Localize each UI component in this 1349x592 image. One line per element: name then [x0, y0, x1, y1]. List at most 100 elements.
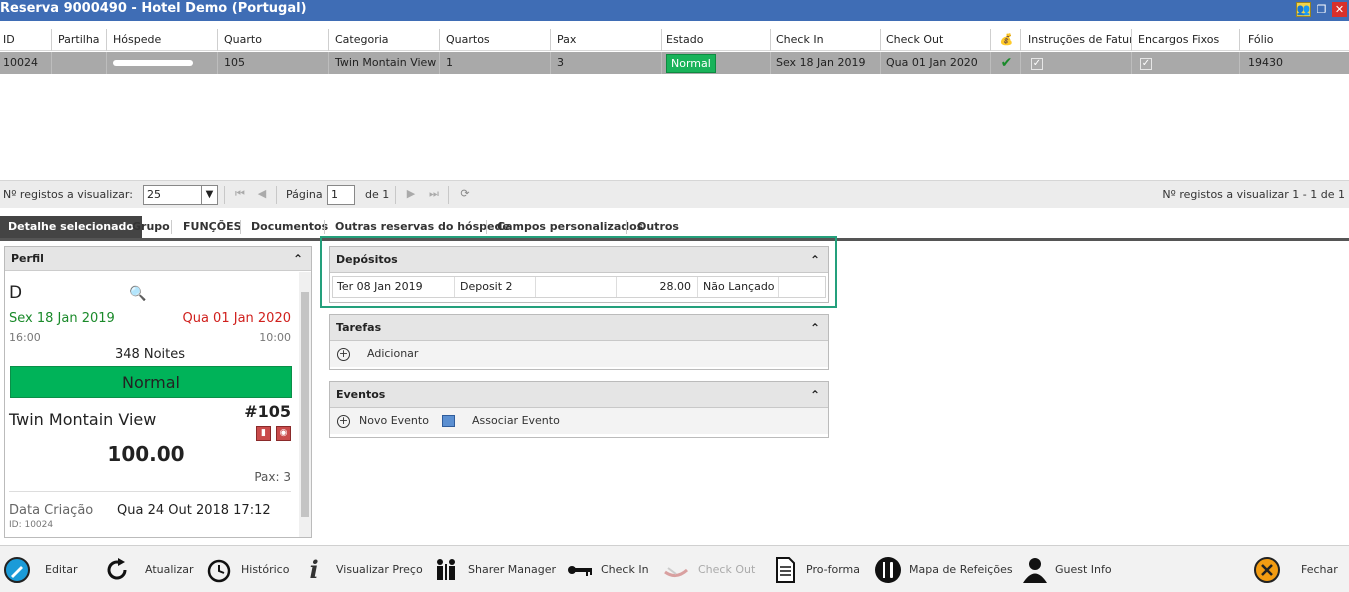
tab-documentos[interactable]: Documentos — [243, 216, 336, 238]
collapse-icon[interactable]: ⌃ — [810, 382, 820, 408]
proforma-label: Pro-forma — [806, 563, 861, 576]
eventos-panel: Eventos ⌃ + Novo Evento Associar Evento — [329, 381, 829, 438]
checkout-icon — [662, 556, 690, 584]
col-folio[interactable]: Fólio — [1245, 29, 1349, 51]
guest-info-button[interactable]: Guest Info — [1021, 546, 1112, 592]
profile-scrollbar[interactable] — [299, 272, 311, 537]
page-input[interactable]: 1 — [327, 185, 355, 205]
room-price: 100.00 — [107, 442, 185, 466]
cutlery-icon — [874, 556, 902, 584]
search-icon[interactable]: 🔍 — [129, 286, 146, 302]
meal-plan-button[interactable]: Mapa de Refeições — [874, 546, 1013, 592]
tab-outros[interactable]: Outros — [629, 216, 687, 238]
tab-detalhe[interactable]: Detalhe selecionado — [0, 216, 142, 238]
records-per-page-select[interactable]: 25 ▼ — [143, 185, 218, 205]
check-out-time: 10:00 — [259, 331, 291, 344]
refresh-icon[interactable]: ⟳ — [458, 186, 472, 202]
cell-check-in: Sex 18 Jan 2019 — [773, 52, 881, 74]
tab-grupo[interactable]: Grupo — [124, 216, 178, 238]
divider — [395, 186, 396, 204]
associate-event-label[interactable]: Associar Evento — [472, 408, 560, 434]
grid-header: ID Partilha Hóspede Quarto Categoria Qua… — [0, 29, 1349, 51]
view-price-label: Visualizar Preço — [336, 563, 423, 576]
guest-info-label: Guest Info — [1055, 563, 1112, 576]
edit-label: Editar — [45, 563, 78, 576]
proforma-button[interactable]: Pro-forma — [771, 546, 860, 592]
col-quarto[interactable]: Quarto — [221, 29, 329, 51]
close-button[interactable]: Fechar — [1253, 546, 1338, 592]
cell-encargos: ✓ — [1135, 52, 1240, 74]
view-price-button[interactable]: i Visualizar Preço — [300, 546, 423, 592]
cell-folio: 19430 — [1248, 56, 1283, 69]
restore-icon[interactable]: ❐ — [1314, 2, 1329, 17]
reservation-id: ID: 10024 — [9, 520, 54, 530]
new-event-button[interactable]: + — [337, 408, 350, 434]
col-check-in[interactable]: Check In — [773, 29, 881, 51]
profile-header[interactable]: Perfil ⌃ — [5, 247, 311, 271]
checkbox-instrucoes[interactable]: ✓ — [1031, 58, 1043, 70]
document-icon — [771, 556, 799, 584]
redacted-guest-name — [113, 60, 193, 66]
check-in-date: Sex 18 Jan 2019 — [9, 311, 115, 326]
check-in-label: Check In — [601, 563, 649, 576]
col-instrucoes[interactable]: Instruções de Faturação — [1025, 29, 1132, 51]
divider — [224, 186, 225, 204]
first-page-icon[interactable]: ⏮ — [233, 186, 247, 202]
add-task-button[interactable]: + — [337, 341, 350, 367]
col-partilha[interactable]: Partilha — [55, 29, 107, 51]
divider — [448, 186, 449, 204]
col-check-out[interactable]: Check Out — [883, 29, 991, 51]
cell-instrucoes: ✓ — [1025, 52, 1132, 74]
nights-count: 348 Noites — [114, 347, 186, 362]
eye-icon[interactable]: ◉ — [276, 426, 291, 441]
records-per-page-value: 25 — [147, 188, 161, 201]
highlight-box — [320, 236, 837, 308]
room-lock-icon[interactable]: ▮ — [256, 426, 271, 441]
tab-funcoes[interactable]: FUNÇÕES — [175, 216, 250, 238]
table-row[interactable]: 10024 105 Twin Montain View 1 3 Normal S… — [0, 52, 1349, 74]
close-icon[interactable]: ✕ — [1332, 2, 1347, 17]
history-button[interactable]: Histórico — [205, 546, 289, 592]
next-page-icon[interactable]: ▶ — [404, 186, 418, 202]
tarefas-header[interactable]: Tarefas ⌃ — [330, 315, 828, 341]
collapse-icon[interactable]: ⌃ — [810, 315, 820, 341]
col-id[interactable]: ID — [0, 29, 52, 51]
created-label: Data Criação — [9, 503, 94, 518]
calendar-icon — [442, 415, 455, 427]
users-icon[interactable]: 👥 — [1296, 2, 1311, 17]
cell-categoria: Twin Montain View — [332, 52, 440, 74]
associate-event-button[interactable] — [442, 408, 455, 434]
col-encargos[interactable]: Encargos Fixos — [1135, 29, 1240, 51]
col-quartos[interactable]: Quartos — [443, 29, 551, 51]
check-in-button[interactable]: Check In — [566, 546, 649, 592]
col-categoria[interactable]: Categoria — [332, 29, 440, 51]
collapse-icon[interactable]: ⌃ — [293, 247, 303, 271]
col-moneybag[interactable]: 💰 — [993, 29, 1021, 51]
pencil-icon — [3, 556, 31, 584]
checkbox-encargos[interactable]: ✓ — [1140, 58, 1152, 70]
refresh-button[interactable]: Atualizar — [103, 546, 194, 592]
eventos-header[interactable]: Eventos ⌃ — [330, 382, 828, 408]
guest-name: D 🔍 — [9, 283, 146, 303]
col-estado[interactable]: Estado — [663, 29, 771, 51]
last-page-icon[interactable]: ⏭ — [427, 186, 441, 202]
chevron-down-icon[interactable]: ▼ — [201, 186, 217, 204]
sharer-manager-label: Sharer Manager — [468, 563, 556, 576]
edit-button[interactable]: Editar — [3, 546, 78, 592]
prev-page-icon[interactable]: ◀ — [255, 186, 269, 202]
new-event-label[interactable]: Novo Evento — [359, 408, 429, 434]
sharer-manager-button[interactable]: Sharer Manager — [432, 546, 556, 592]
page-of-label: de 1 — [365, 188, 390, 201]
col-pax[interactable]: Pax — [554, 29, 662, 51]
status-bar: Normal — [10, 366, 292, 398]
title-bar: Reserva 9000490 - Hotel Demo (Portugal) … — [0, 0, 1349, 21]
tarefas-panel: Tarefas ⌃ + Adicionar — [329, 314, 829, 370]
scroll-thumb[interactable] — [301, 292, 309, 517]
profile-panel: Perfil ⌃ D 🔍 Sex 18 Jan 2019 Qua 01 Jan 2… — [4, 246, 312, 538]
col-hospede[interactable]: Hóspede — [110, 29, 218, 51]
check-out-button[interactable]: Check Out — [662, 546, 755, 592]
redacted-guest-name: D — [9, 283, 129, 303]
bottom-toolbar: Editar Atualizar Histórico i Visualizar … — [0, 545, 1349, 592]
person-icon — [1021, 556, 1049, 584]
add-task-label[interactable]: Adicionar — [367, 341, 418, 367]
